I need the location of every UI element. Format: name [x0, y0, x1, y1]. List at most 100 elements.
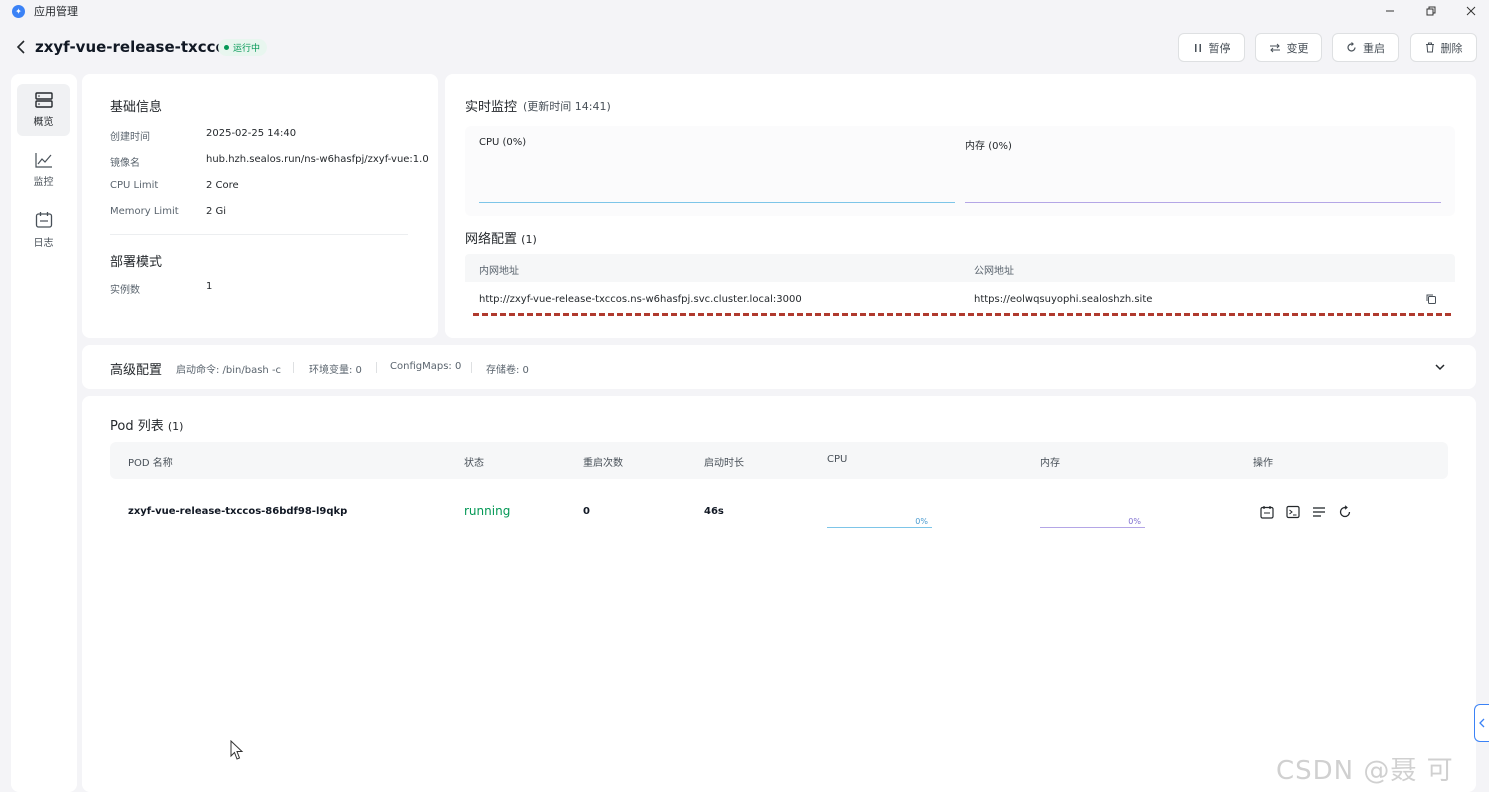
basic-info-title: 基础信息	[110, 100, 163, 115]
nav-item-monitor[interactable]: 监控	[17, 144, 70, 196]
start-command: 启动命令: /bin/bash -c	[176, 365, 282, 376]
col-actions: 操作	[1253, 458, 1273, 469]
restart-button[interactable]: 重启	[1332, 33, 1399, 62]
cpu-limit-label: CPU Limit	[110, 180, 159, 191]
delete-button[interactable]: 删除	[1410, 33, 1477, 62]
col-memory: 内存	[1040, 458, 1060, 469]
separator	[471, 362, 472, 373]
nav-label-monitor: 监控	[33, 177, 54, 188]
public-url[interactable]: https://eolwqsuyophi.sealoshzh.site	[974, 294, 1152, 305]
delete-label: 删除	[1440, 41, 1463, 55]
pause-label: 暂停	[1208, 41, 1231, 55]
side-nav: 概览 监控 日志	[11, 74, 77, 792]
memory-limit-label: Memory Limit	[110, 206, 179, 217]
cpu-usage-percent: 0%	[915, 517, 928, 526]
replicas-label: 实例数	[110, 285, 140, 296]
trash-icon	[1425, 42, 1434, 53]
pause-button[interactable]: 暂停	[1178, 33, 1245, 62]
col-uptime: 启动时长	[704, 458, 744, 469]
nav-label-logs: 日志	[33, 238, 54, 249]
monitor-update-time: (更新时间 14:41)	[523, 100, 611, 113]
cpu-usage-bar: 0%	[827, 514, 932, 528]
change-button[interactable]: 变更	[1255, 33, 1322, 62]
storage-volumes: 存储卷: 0	[486, 365, 529, 376]
col-status: 状态	[464, 458, 484, 469]
restart-label: 重启	[1363, 41, 1385, 55]
cpu-chart-line	[479, 202, 955, 203]
pod-list-card: Pod 列表 (1) POD 名称 状态 重启次数 启动时长 CPU 内存 操作…	[82, 396, 1476, 792]
memory-limit-value: 2 Gi	[206, 206, 227, 217]
memory-usage-percent: 0%	[1128, 517, 1141, 526]
minimize-icon[interactable]	[1375, 0, 1405, 22]
memory-usage-bar: 0%	[1040, 514, 1145, 528]
image-label: 镜像名	[110, 158, 140, 169]
memory-chart-line	[965, 202, 1441, 203]
status-badge: 运行中	[218, 39, 268, 56]
pod-name: zxyf-vue-release-txccos-86bdf98-l9qkp	[128, 506, 348, 517]
memory-chart-label: 内存 (0%)	[965, 141, 1012, 152]
restart-icon	[1347, 42, 1356, 52]
copy-icon[interactable]	[1425, 293, 1439, 307]
pod-uptime: 46s	[704, 506, 724, 517]
cpu-chart-label: CPU (0%)	[479, 137, 527, 148]
deploy-mode-title: 部署模式	[110, 255, 163, 270]
server-icon	[34, 92, 53, 108]
image-value: hub.hzh.sealos.run/ns-w6hasfpj/zxyf-vue:…	[206, 154, 429, 165]
watermark: CSDN @聂 可 以	[1276, 756, 1454, 786]
events-calendar-icon[interactable]	[1258, 503, 1275, 520]
advanced-config-title: 高级配置	[110, 363, 163, 378]
pause-icon	[1194, 43, 1201, 52]
public-address-header: 公网地址	[974, 266, 1014, 277]
cpu-usage-line	[827, 527, 932, 528]
col-cpu: CPU	[827, 454, 848, 465]
advanced-config-bar[interactable]: 高级配置 启动命令: /bin/bash -c 环境变量: 0 ConfigMa…	[82, 345, 1476, 389]
pod-restarts: 0	[583, 506, 590, 517]
back-arrow-icon[interactable]	[12, 38, 30, 56]
configmaps: ConfigMaps: 0	[390, 361, 462, 372]
restore-icon[interactable]	[1416, 0, 1446, 22]
monitor-network-card: 实时监控 (更新时间 14:41) CPU (0%) 内存 (0%) 网络配置 …	[445, 74, 1476, 338]
logs-lines-icon[interactable]	[1310, 503, 1327, 520]
nav-label-overview: 概览	[33, 117, 54, 128]
terminal-icon[interactable]	[1284, 503, 1301, 520]
internal-address-header: 内网地址	[479, 266, 519, 277]
separator	[376, 362, 377, 373]
created-time-label: 创建时间	[110, 132, 150, 143]
highlight-underline	[473, 313, 1451, 316]
nav-item-logs[interactable]: 日志	[17, 204, 70, 256]
mouse-cursor-icon	[230, 739, 244, 764]
restart-pod-icon[interactable]	[1336, 503, 1353, 520]
status-dot-icon	[224, 45, 229, 50]
col-pod-name: POD 名称	[128, 458, 173, 469]
status-label: 运行中	[233, 44, 261, 54]
pod-table-header: POD 名称 状态 重启次数 启动时长 CPU 内存 操作	[110, 442, 1448, 479]
internal-url[interactable]: http://zxyf-vue-release-txccos.ns-w6hasf…	[479, 294, 802, 305]
close-icon[interactable]	[1456, 0, 1486, 22]
calendar-icon	[35, 212, 52, 228]
cpu-limit-value: 2 Core	[206, 180, 239, 191]
pod-status: running	[464, 504, 511, 518]
network-title: 网络配置 (1)	[465, 232, 537, 247]
network-table-header: 内网地址 公网地址	[465, 254, 1455, 282]
chart-icon	[34, 153, 52, 168]
monitor-chart-area: CPU (0%) 内存 (0%)	[465, 126, 1455, 216]
page-title: zxyf-vue-release-txccos	[35, 38, 235, 56]
memory-usage-line	[1040, 527, 1145, 528]
col-restarts: 重启次数	[583, 458, 623, 469]
page-header: zxyf-vue-release-txccos 运行中 暂停 变更 重启 删除	[0, 30, 1489, 66]
side-panel-toggle[interactable]	[1474, 704, 1489, 742]
app-logo-icon: ✦	[12, 4, 25, 18]
created-time-value: 2025-02-25 14:40	[206, 128, 297, 139]
nav-item-overview[interactable]: 概览	[17, 84, 70, 136]
separator	[293, 362, 294, 373]
window-title: 应用管理	[34, 5, 78, 18]
basic-info-card: 基础信息 创建时间 2025-02-25 14:40 镜像名 hub.hzh.s…	[82, 74, 438, 338]
monitor-title: 实时监控	[465, 100, 518, 115]
chevron-down-icon[interactable]	[1434, 361, 1448, 375]
replicas-value: 1	[206, 281, 213, 292]
change-label: 变更	[1286, 41, 1309, 55]
title-bar: ✦ 应用管理	[0, 0, 1489, 22]
env-vars: 环境变量: 0	[309, 365, 362, 376]
pod-list-title: Pod 列表 (1)	[110, 419, 184, 434]
divider	[110, 234, 408, 235]
